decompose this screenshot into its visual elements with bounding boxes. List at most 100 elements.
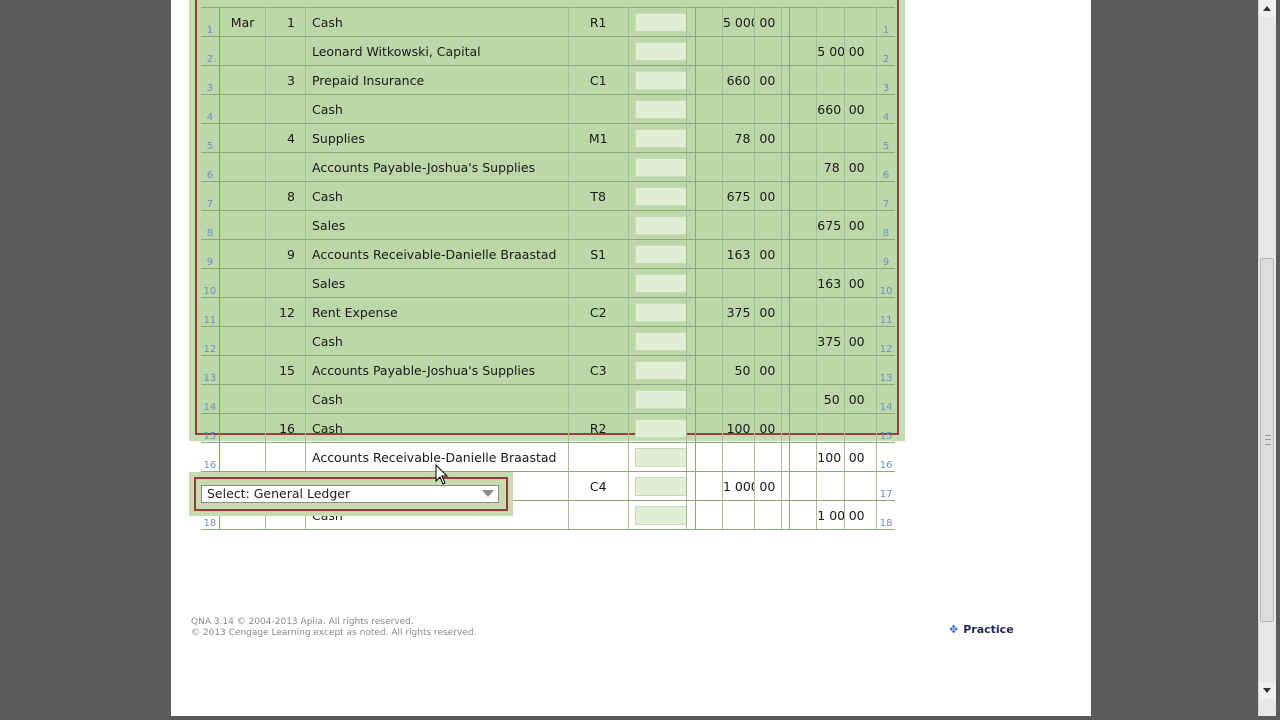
- entry-input-box[interactable]: [634, 128, 686, 148]
- entry-input-box[interactable]: [634, 41, 686, 61]
- gap-cell: [686, 384, 696, 414]
- debit-cents-cell: [754, 152, 782, 182]
- account-cell: Cash: [305, 384, 569, 414]
- journal-row: 14 Cash 50 00 14: [201, 384, 895, 414]
- debit-thousands-cell: [695, 210, 723, 240]
- post-ref-cell-text: S1: [590, 246, 607, 262]
- entry-input-box[interactable]: [634, 418, 686, 438]
- gap-cell: [686, 268, 696, 298]
- post-ref-cell-text: T8: [590, 188, 606, 204]
- scrollbar-thumb[interactable]: [1260, 258, 1274, 622]
- check-cell: [628, 500, 688, 530]
- ledger-select[interactable]: Select: General Ledger: [201, 485, 499, 503]
- line-number-text: 17: [879, 489, 893, 500]
- line-number: 14: [201, 384, 220, 414]
- scroll-down-button[interactable]: [1259, 682, 1276, 699]
- account-cell-text: Accounts Payable-Joshua's Supplies: [311, 159, 536, 175]
- debit-cents-cell: [754, 500, 782, 530]
- entry-input-box[interactable]: [634, 215, 686, 235]
- journal-panel: 1Mar1CashR15 0000012Leonard Witkowski, C…: [189, 0, 905, 530]
- credit-amount-cell: 375: [816, 326, 845, 356]
- entry-input-box[interactable]: [634, 447, 686, 467]
- line-number-text: 6: [206, 170, 214, 181]
- entry-input-box[interactable]: [634, 360, 686, 380]
- post-ref-cell: R2: [568, 413, 629, 443]
- account-cell: Leonard Witkowski, Capital: [305, 36, 569, 66]
- debit-amount-cell-text: 5 000: [722, 14, 754, 30]
- gap-cell: [686, 181, 696, 211]
- day-cell: [265, 210, 306, 240]
- line-number: 16: [201, 442, 220, 472]
- credit-amount-cell: [816, 181, 845, 211]
- account-cell: Cash: [305, 181, 569, 211]
- credit-cents-cell-text: 00: [848, 333, 865, 349]
- entry-input-box[interactable]: [634, 331, 686, 351]
- copyright-footer: QNA 3.14 © 2004-2013 Aplia. All rights r…: [191, 617, 476, 639]
- entry-input-box[interactable]: [634, 99, 686, 119]
- journal-row: 7 8 Cash T8 675 00 7: [201, 181, 895, 211]
- ledger-select-panel: Select: General Ledger: [189, 472, 513, 516]
- day-cell: 15: [265, 355, 306, 385]
- entry-input-box[interactable]: [634, 244, 686, 264]
- debit-amount-cell: 78: [722, 123, 756, 153]
- gap-cell: [781, 7, 790, 37]
- credit-amount-cell-text: 100: [817, 449, 842, 465]
- debit-thousands-cell: [695, 36, 723, 66]
- debit-amount-cell-text: 660: [726, 72, 751, 88]
- post-ref-cell-text: C2: [589, 304, 607, 320]
- line-number-text: 16: [879, 460, 893, 471]
- entry-input-box[interactable]: [634, 505, 686, 525]
- entry-input-box[interactable]: [634, 70, 686, 90]
- day-cell-text: 1: [287, 14, 295, 30]
- debit-cents-cell: 00: [754, 181, 782, 211]
- account-cell-text: Cash: [311, 188, 343, 204]
- line-number-text: 16: [203, 460, 217, 471]
- entry-input-box[interactable]: [634, 273, 686, 293]
- credit-amount-cell: 50: [816, 384, 845, 414]
- practice-link[interactable]: ✥ Practice: [949, 623, 1014, 636]
- credit-thousands-cell: [789, 384, 818, 414]
- credit-amount-cell-text: 660: [817, 101, 842, 117]
- month-cell: [219, 152, 267, 182]
- line-number: 4: [876, 94, 895, 124]
- entry-input-box[interactable]: [634, 12, 686, 32]
- account-cell-text: Sales: [311, 275, 346, 291]
- account-cell: Supplies: [305, 123, 569, 153]
- entry-input-box[interactable]: [634, 476, 686, 496]
- entry-input-box[interactable]: [634, 186, 686, 206]
- grip-icon: [1265, 435, 1271, 445]
- scroll-up-button[interactable]: [1259, 0, 1276, 17]
- debit-thousands-cell: [695, 326, 723, 356]
- entry-input-box[interactable]: [634, 302, 686, 322]
- debit-cents-cell: [754, 442, 782, 472]
- vertical-scrollbar[interactable]: [1258, 0, 1276, 716]
- chevron-down-icon[interactable]: [482, 490, 494, 497]
- credit-cents-cell: 00: [844, 326, 878, 356]
- post-ref-cell: T8: [568, 181, 629, 211]
- line-number-text: 5: [206, 141, 214, 152]
- month-cell: [219, 413, 267, 443]
- line-number-text: 7: [206, 199, 214, 210]
- account-cell-text: Cash: [311, 14, 343, 30]
- credit-cents-cell: 00: [844, 36, 878, 66]
- line-number-text: 14: [203, 402, 217, 413]
- line-number-text: 3: [882, 83, 890, 94]
- debit-thousands-cell: [695, 413, 723, 443]
- entry-input-box[interactable]: [634, 389, 686, 409]
- credit-amount-cell-text: 675: [817, 217, 842, 233]
- credit-amount-cell: 163: [816, 268, 845, 298]
- credit-cents-cell: [844, 355, 878, 385]
- entry-input-box[interactable]: [634, 157, 686, 177]
- line-number-text: 1: [206, 25, 214, 36]
- chevron-up-icon: [1263, 6, 1271, 11]
- debit-thousands-cell: [695, 442, 723, 472]
- gap-cell: [781, 297, 790, 327]
- day-cell: [265, 442, 306, 472]
- journal-row: 4 Cash 660 00 4: [201, 94, 895, 124]
- line-number-text: 14: [879, 402, 893, 413]
- line-number: 10: [201, 268, 220, 298]
- credit-amount-cell: 660: [816, 94, 845, 124]
- post-ref-cell: [568, 500, 629, 530]
- check-cell: [628, 210, 688, 240]
- credit-amount-cell: [816, 413, 845, 443]
